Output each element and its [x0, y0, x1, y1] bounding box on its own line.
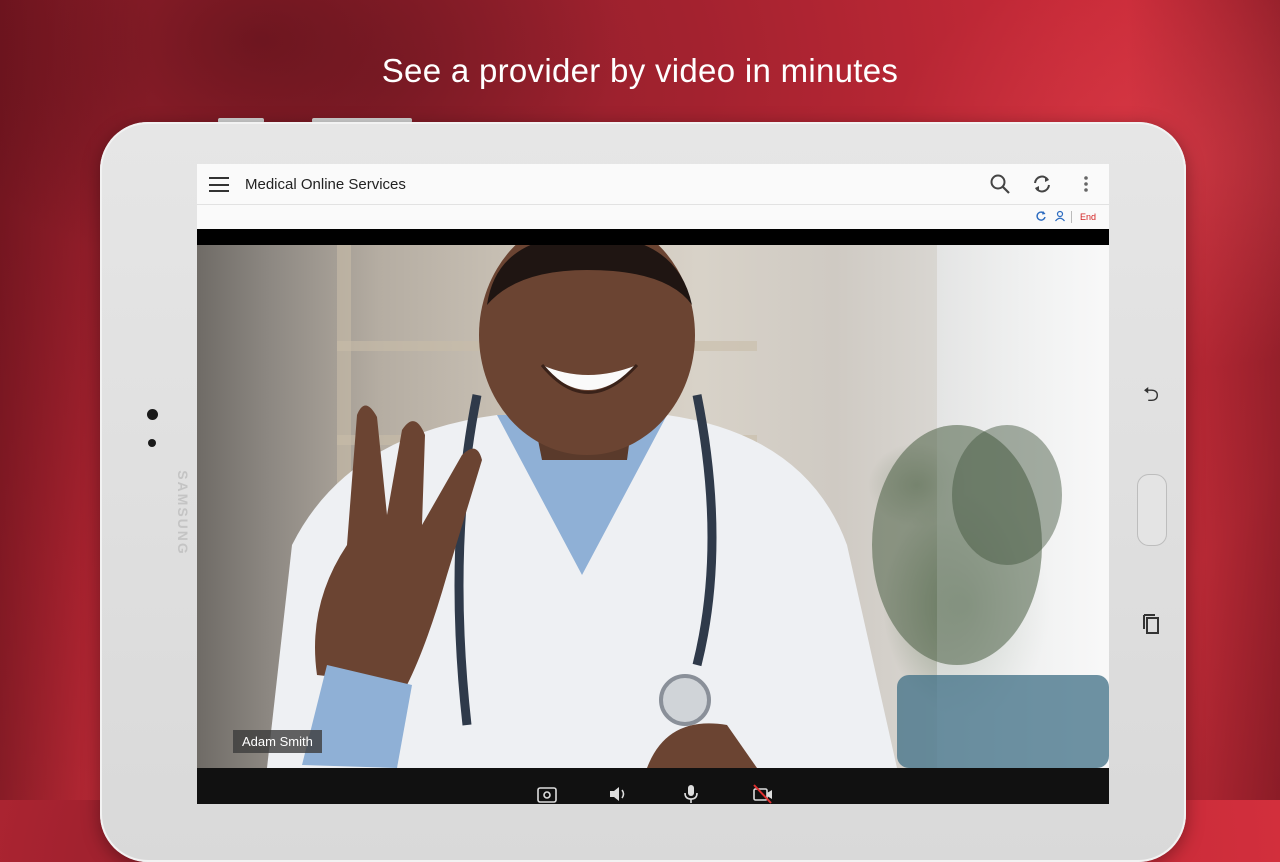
- call-subbar: End: [197, 205, 1109, 229]
- speaker-icon[interactable]: [607, 782, 631, 804]
- menu-icon[interactable]: [209, 177, 229, 192]
- user-switch-icon[interactable]: [1054, 210, 1066, 222]
- more-vert-icon[interactable]: [1075, 173, 1097, 195]
- doctor-image: [267, 245, 1109, 768]
- video-off-icon[interactable]: [751, 782, 775, 804]
- search-icon[interactable]: [989, 173, 1011, 195]
- end-call-button[interactable]: End: [1080, 212, 1096, 222]
- headline: See a provider by video in minutes: [381, 52, 899, 89]
- refresh-icon[interactable]: [1031, 173, 1053, 195]
- app-bar: Medical Online Services: [197, 164, 1109, 205]
- microphone-icon[interactable]: [679, 782, 703, 804]
- reload-icon[interactable]: [1035, 210, 1047, 222]
- device-brand: SAMSUNG: [174, 470, 191, 556]
- home-button[interactable]: [1137, 474, 1167, 546]
- app-title: Medical Online Services: [245, 176, 406, 193]
- front-camera: [147, 409, 158, 420]
- subbar-divider: [1071, 211, 1072, 223]
- back-key-icon[interactable]: ⮌: [1143, 380, 1159, 414]
- tablet-screen: Medical Online Services End Adam Smith: [197, 164, 1109, 804]
- video-feed: Adam Smith: [197, 245, 1109, 768]
- switch-camera-icon[interactable]: [535, 782, 559, 804]
- recent-apps-icon[interactable]: [1143, 613, 1161, 641]
- participant-name-tag: Adam Smith: [233, 730, 322, 753]
- light-sensor: [148, 439, 156, 447]
- call-controls-bar: [197, 768, 1109, 804]
